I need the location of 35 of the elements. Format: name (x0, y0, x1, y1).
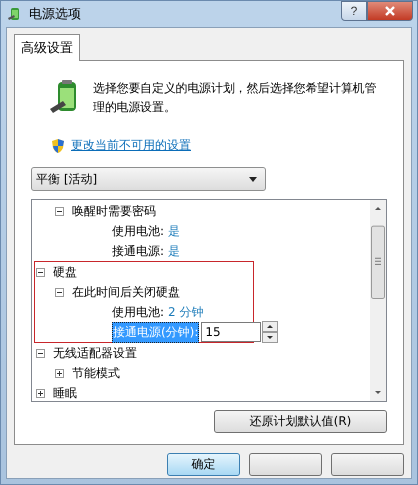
window-title: 电源选项 (29, 6, 81, 23)
shield-icon (51, 138, 65, 154)
minutes-field[interactable]: 15 (201, 322, 262, 342)
tree-item[interactable]: 节能模式 (72, 364, 120, 382)
close-icon (384, 6, 396, 16)
spin-buttons[interactable] (262, 321, 278, 343)
caret-icon (249, 176, 257, 182)
tree-toggle-icon[interactable] (36, 388, 45, 398)
tree-toggle-icon[interactable] (55, 368, 64, 378)
scrollbar[interactable] (370, 200, 386, 401)
tree-toggle-icon[interactable] (36, 268, 45, 276)
setting-value[interactable]: 是 (168, 242, 180, 260)
help-button[interactable]: ? (341, 1, 367, 21)
tree-toggle-icon[interactable] (36, 348, 45, 358)
tab[interactable]: 高级设置 (14, 34, 80, 61)
tree-toggle-icon[interactable] (55, 206, 64, 216)
plan-dropdown[interactable]: 平衡 [活动] (31, 167, 266, 191)
tree-item[interactable]: 在此时间后关闭硬盘 (72, 284, 180, 300)
tree-item[interactable]: 唤醒时需要密码 (72, 202, 156, 220)
setting-label: 使用电池: (112, 304, 164, 320)
tree-item[interactable]: 睡眠 (53, 384, 77, 402)
setting-label: 使用电池: (112, 222, 164, 240)
close-button[interactable] (367, 1, 413, 21)
setting-value[interactable]: 是 (168, 222, 180, 240)
dialog-button[interactable] (331, 453, 404, 476)
description-text: 选择您要自定义的电源计划，然后选择您希望计算机管理的电源设置。 (93, 80, 378, 116)
tree-toggle-icon[interactable] (55, 288, 64, 296)
setting-value[interactable]: 2 分钟 (168, 304, 204, 320)
tree-item[interactable]: 无线适配器设置 (53, 344, 137, 362)
tree-item[interactable]: 硬盘 (53, 264, 77, 280)
dialog-button[interactable] (249, 453, 322, 476)
ok-button[interactable]: 确定 (167, 453, 240, 476)
change-settings-link[interactable]: 更改当前不可用的设置 (71, 137, 191, 154)
setting-label: 接通电源: (112, 242, 164, 260)
restore-defaults-button[interactable]: 还原计划默认值(R) (214, 410, 387, 433)
